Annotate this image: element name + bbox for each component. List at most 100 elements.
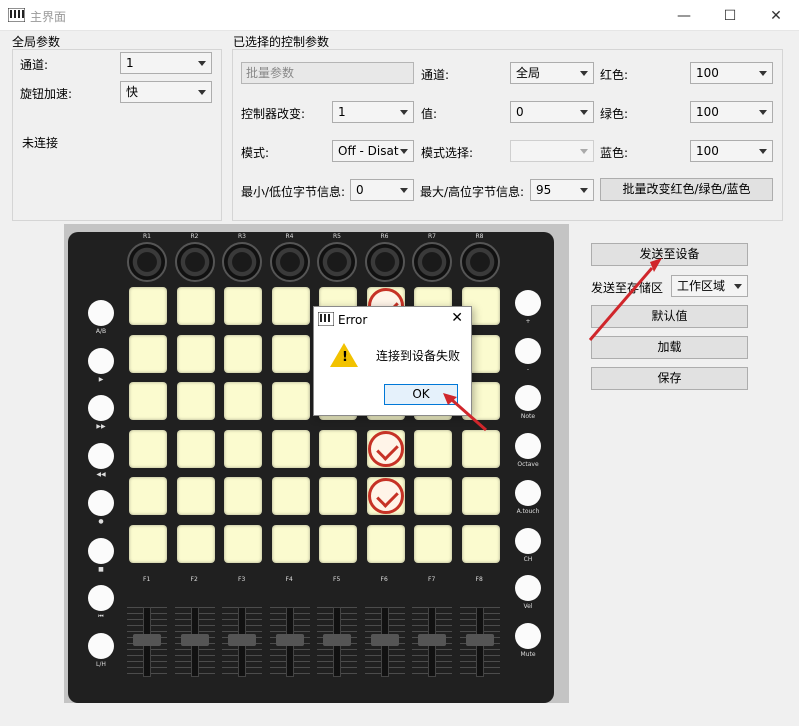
maximize-button[interactable]: ☐ (707, 0, 753, 31)
pad-r2-c3[interactable] (271, 382, 310, 420)
fader-f2[interactable] (174, 607, 215, 677)
fader-cap[interactable] (275, 634, 304, 646)
pad-r5-c5[interactable] (366, 524, 405, 563)
minimize-button[interactable]: — (661, 0, 707, 31)
fader-f5[interactable] (317, 607, 357, 677)
dialog-ok-button[interactable]: OK (384, 384, 458, 405)
left-side-button[interactable] (88, 537, 114, 564)
fader-cap[interactable] (133, 634, 161, 646)
knob-r3[interactable] (222, 242, 262, 282)
pad-r5-c2[interactable] (224, 524, 262, 563)
knob-r7[interactable] (412, 242, 452, 282)
pad-r3-c5[interactable] (366, 429, 405, 468)
sel-channel-select[interactable]: 全局 (510, 62, 594, 84)
fader-f6[interactable] (364, 607, 405, 677)
value-select[interactable]: 0 (510, 101, 594, 123)
pad-r5-c3[interactable] (271, 524, 310, 563)
pad-r4-c4[interactable] (319, 477, 357, 515)
pad-r0-c0[interactable] (129, 287, 167, 325)
knob-r5[interactable] (317, 242, 357, 282)
left-side-button[interactable] (88, 442, 114, 469)
global-channel-select[interactable]: 1 (120, 52, 212, 74)
green-value: 100 (696, 105, 719, 119)
pad-r5-c7[interactable] (461, 524, 500, 563)
left-side-button[interactable] (88, 347, 114, 374)
pad-r3-c6[interactable] (414, 429, 452, 468)
fader-f7[interactable] (412, 607, 452, 677)
pad-r3-c4[interactable] (319, 429, 357, 468)
min-byte-select[interactable]: 0 (350, 179, 414, 201)
knob-r8[interactable] (459, 242, 500, 282)
left-side-button[interactable] (88, 300, 114, 326)
pad-r5-c6[interactable] (414, 524, 452, 563)
batch-rgb-button[interactable]: 批量改变红色/绿色/蓝色 (600, 178, 773, 201)
knob-r4[interactable] (269, 242, 310, 282)
pad-r1-c2[interactable] (224, 334, 262, 373)
pad-r1-c0[interactable] (129, 334, 167, 373)
red-select[interactable]: 100 (690, 62, 773, 84)
fader-cap[interactable] (180, 634, 209, 646)
knob-r2[interactable] (174, 242, 215, 282)
left-side-button[interactable] (88, 632, 114, 659)
right-side-button[interactable] (515, 290, 541, 316)
fader-cap[interactable] (465, 634, 494, 646)
send-to-device-button[interactable]: 发送至设备 (591, 243, 748, 266)
green-select[interactable]: 100 (690, 101, 773, 123)
pad-r2-c1[interactable] (176, 382, 215, 420)
load-button[interactable]: 加载 (591, 336, 748, 359)
fader-f1[interactable] (127, 607, 167, 677)
pad-r2-c2[interactable] (224, 382, 262, 420)
pad-r4-c5[interactable] (366, 477, 405, 515)
pad-r3-c0[interactable] (129, 429, 167, 468)
knob-r6[interactable] (364, 242, 405, 282)
mode-select[interactable]: Off - Disat (332, 140, 414, 162)
pad-r5-c0[interactable] (129, 524, 167, 563)
pad-r0-c1[interactable] (176, 287, 215, 325)
pad-r3-c2[interactable] (224, 429, 262, 468)
fader-cap[interactable] (323, 634, 351, 646)
knob-accel-select[interactable]: 快 (120, 81, 212, 103)
fader-f4[interactable] (269, 607, 310, 677)
default-button[interactable]: 默认值 (591, 305, 748, 328)
pad-r4-c1[interactable] (176, 477, 215, 515)
fader-cap[interactable] (418, 634, 446, 646)
knob-r1[interactable] (127, 242, 167, 282)
pad-r2-c0[interactable] (129, 382, 167, 420)
pad-r4-c2[interactable] (224, 477, 262, 515)
left-side-button[interactable] (88, 585, 114, 611)
right-side-button[interactable] (515, 432, 541, 459)
right-side-button[interactable] (515, 527, 541, 554)
pad-r4-c0[interactable] (129, 477, 167, 515)
pad-r1-c3[interactable] (271, 334, 310, 373)
pad-r5-c1[interactable] (176, 524, 215, 563)
fader-cap[interactable] (370, 634, 399, 646)
left-side-button[interactable] (88, 490, 114, 516)
blue-select[interactable]: 100 (690, 140, 773, 162)
pad-r4-c3[interactable] (271, 477, 310, 515)
right-side-button[interactable] (515, 385, 541, 411)
pad-r5-c4[interactable] (319, 524, 357, 563)
close-button[interactable]: ✕ (753, 0, 799, 31)
controller-change-select[interactable]: 1 (332, 101, 414, 123)
storage-select[interactable]: 工作区域 (671, 275, 748, 297)
right-side-button[interactable] (515, 622, 541, 649)
fader-f8[interactable] (459, 607, 500, 677)
left-side-button[interactable] (88, 395, 114, 421)
right-side-button[interactable] (515, 337, 541, 364)
pad-r3-c3[interactable] (271, 429, 310, 468)
pad-r4-c7[interactable] (461, 477, 500, 515)
right-side-button[interactable] (515, 480, 541, 506)
pad-r3-c1[interactable] (176, 429, 215, 468)
right-side-button[interactable] (515, 575, 541, 601)
max-byte-select[interactable]: 95 (530, 179, 594, 201)
batch-params-input[interactable]: 批量参数 (241, 62, 414, 84)
pad-r3-c7[interactable] (461, 429, 500, 468)
pad-r1-c1[interactable] (176, 334, 215, 373)
pad-r0-c2[interactable] (224, 287, 262, 325)
pad-r0-c3[interactable] (271, 287, 310, 325)
fader-f3[interactable] (222, 607, 262, 677)
dialog-close-button[interactable]: ✕ (451, 310, 463, 326)
pad-r4-c6[interactable] (414, 477, 452, 515)
save-button[interactable]: 保存 (591, 367, 748, 390)
fader-cap[interactable] (228, 634, 256, 646)
